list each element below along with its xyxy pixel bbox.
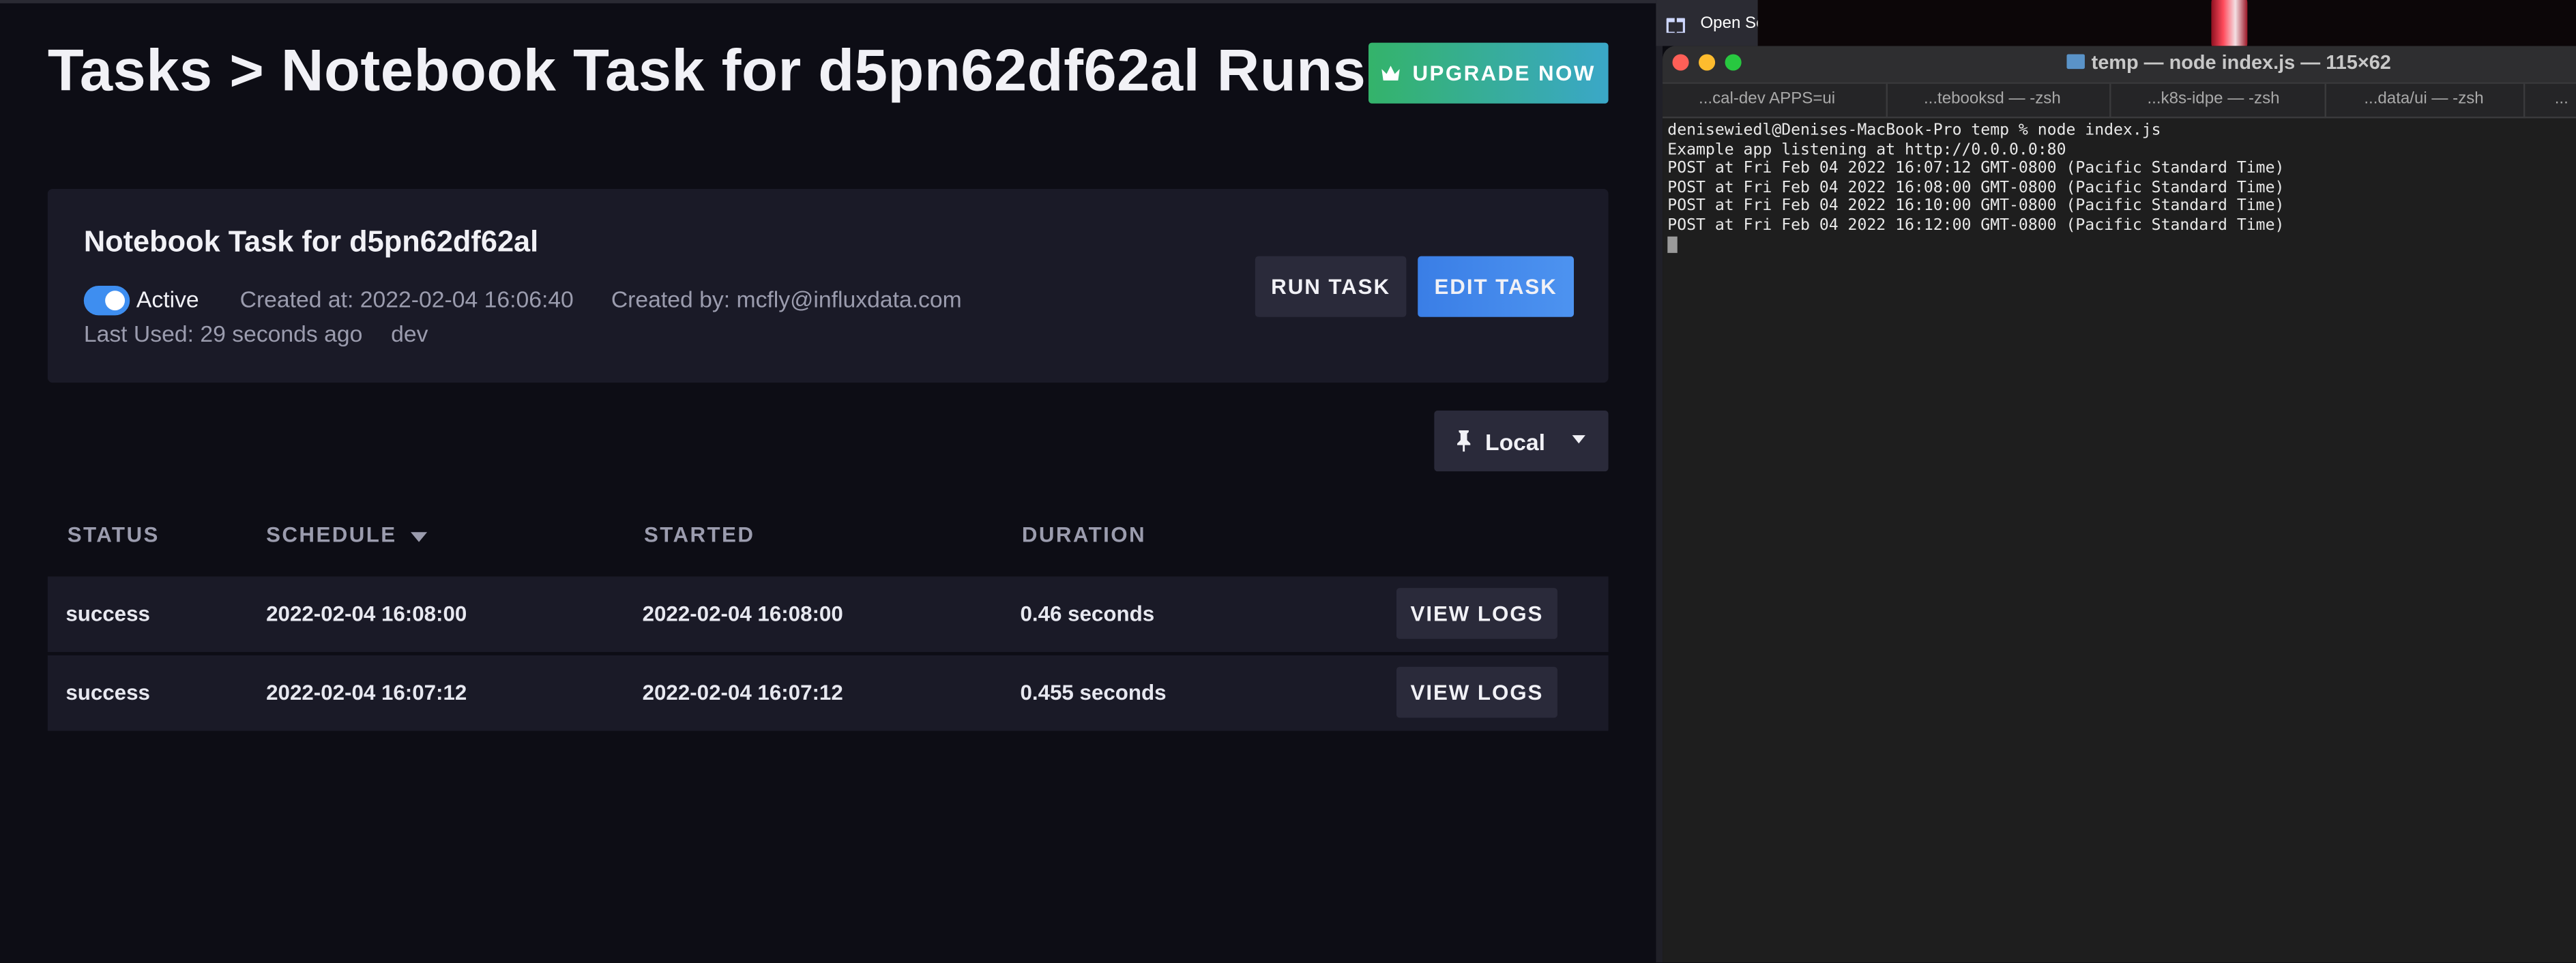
- column-header-schedule-label: SCHEDULE: [266, 522, 397, 547]
- terminal-line: denisewiedl@Denises-MacBook-Pro temp % n…: [1667, 121, 2161, 140]
- terminal-tab[interactable]: ...data/ui — -zsh: [2364, 90, 2483, 108]
- created-at: Created at: 2022-02-04 16:06:40: [239, 286, 574, 312]
- last-used: Last Used: 29 seconds ago: [83, 320, 363, 347]
- terminal-line: POST at Fri Feb 04 2022 16:12:00 GMT-080…: [1667, 216, 2285, 235]
- terminal-cursor: [1667, 235, 1678, 252]
- column-header-status[interactable]: STATUS: [68, 522, 160, 547]
- open-app-taskbar-item[interactable]: Open Se: [1656, 0, 1758, 46]
- run-started: 2022-02-04 16:07:12: [642, 679, 843, 705]
- tab-divider: [2109, 83, 2111, 119]
- open-app-label: Open Se: [1700, 14, 1757, 33]
- folder-icon: [2066, 54, 2085, 70]
- terminal-tab[interactable]: ...tebooksd — -zsh: [1924, 90, 2061, 108]
- run-schedule: 2022-02-04 16:08:00: [266, 601, 467, 626]
- terminal-line: Example app listening at http://0.0.0.0:…: [1667, 140, 2066, 159]
- task-name: Notebook Task for d5pn62df62al: [83, 224, 539, 258]
- crown-icon: [1381, 65, 1400, 80]
- terminal-line: POST at Fri Feb 04 2022 16:07:12 GMT-080…: [1667, 160, 2285, 178]
- terminal-title: temp — node index.js — 115×62: [2091, 50, 2391, 74]
- terminal-titlebar[interactable]: temp — node index.js — 115×62: [1663, 46, 2576, 83]
- terminal-window: temp — node index.js — 115×62 ...cal-dev…: [1663, 46, 2576, 963]
- run-status: success: [65, 679, 150, 705]
- terminal-line: POST at Fri Feb 04 2022 16:08:00 GMT-080…: [1667, 178, 2285, 197]
- run-status: success: [65, 601, 150, 626]
- active-label: Active: [136, 286, 199, 312]
- minimize-icon[interactable]: [1699, 54, 1716, 71]
- upgrade-now-button[interactable]: UPGRADE NOW: [1368, 42, 1609, 104]
- edit-task-button[interactable]: EDIT TASK: [1418, 256, 1575, 317]
- task-card: Notebook Task for d5pn62df62al Active Cr…: [47, 188, 1609, 383]
- wallpaper-streak: [2211, 0, 2248, 46]
- column-header-duration[interactable]: DURATION: [1022, 522, 1146, 547]
- run-schedule: 2022-02-04 16:07:12: [266, 679, 467, 705]
- window-divider: [1656, 0, 1663, 963]
- active-toggle[interactable]: [83, 286, 130, 316]
- terminal-tab[interactable]: ...cal-dev APPS=ui: [1699, 90, 1835, 108]
- page-title: Tasks > Notebook Task for d5pn62df62al R…: [47, 35, 1366, 104]
- sort-desc-icon: [409, 531, 426, 542]
- run-started: 2022-02-04 16:08:00: [642, 601, 843, 626]
- view-logs-button[interactable]: VIEW LOGS: [1396, 588, 1557, 639]
- table-row: success 2022-02-04 16:07:12 2022-02-04 1…: [47, 655, 1609, 731]
- tab-divider: [2324, 83, 2326, 119]
- local-filter-label: Local: [1484, 428, 1546, 456]
- terminal-tab-overflow[interactable]: ...: [2555, 90, 2568, 108]
- table-row: success 2022-02-04 16:08:00 2022-02-04 1…: [47, 576, 1609, 653]
- influx-app: Tasks > Notebook Task for d5pn62df62al R…: [0, 0, 1656, 963]
- column-header-schedule[interactable]: SCHEDULE: [266, 522, 426, 547]
- desktop-wallpaper: [1757, 0, 2576, 46]
- run-task-button[interactable]: RUN TASK: [1255, 256, 1407, 317]
- tab-divider: [2523, 83, 2526, 119]
- created-by: Created by: mcfly@influxdata.com: [611, 286, 962, 312]
- run-duration: 0.46 seconds: [1020, 601, 1155, 626]
- terminal-tab-bar: ...cal-dev APPS=ui ...tebooksd — -zsh ..…: [1663, 82, 2576, 119]
- maximize-icon[interactable]: [1725, 54, 1742, 71]
- chevron-down-icon: [1572, 435, 1585, 444]
- close-icon[interactable]: [1672, 54, 1689, 71]
- local-filter-dropdown[interactable]: Local: [1434, 411, 1609, 472]
- task-label: dev: [391, 320, 428, 347]
- terminal-output[interactable]: denisewiedl@Denises-MacBook-Pro temp % n…: [1667, 121, 2284, 254]
- view-logs-button[interactable]: VIEW LOGS: [1396, 666, 1557, 718]
- pin-icon: [1457, 430, 1471, 452]
- terminal-line: POST at Fri Feb 04 2022 16:10:00 GMT-080…: [1667, 197, 2285, 216]
- gift-icon: [1666, 18, 1685, 33]
- tab-divider: [1886, 83, 1888, 119]
- upgrade-now-label: UPGRADE NOW: [1412, 61, 1596, 86]
- run-duration: 0.455 seconds: [1020, 679, 1167, 705]
- terminal-tab[interactable]: ...k8s-idpe — -zsh: [2147, 90, 2279, 108]
- column-header-started[interactable]: STARTED: [644, 522, 755, 547]
